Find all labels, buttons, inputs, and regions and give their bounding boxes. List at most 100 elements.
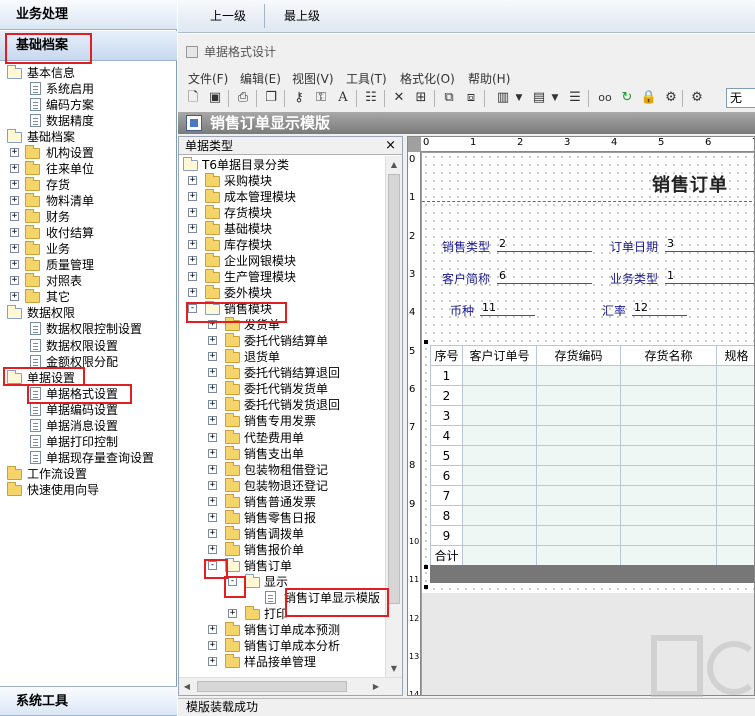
form-field-label[interactable]: 币种 [450, 302, 474, 319]
tree-item[interactable]: + 财务 [0, 209, 176, 225]
grid-column-header[interactable]: 规格 [716, 345, 754, 366]
tree-item[interactable]: + 样品接单管理 [179, 653, 385, 670]
key-multi-icon[interactable]: ⚿ [312, 89, 330, 107]
grid-cell[interactable] [462, 525, 537, 546]
expand-icon[interactable]: + [10, 244, 19, 254]
tree-item[interactable]: + 包装物租借登记 [179, 461, 385, 478]
design-canvas[interactable]: 01234567 01234567891011121314 销售订单 销售类型2… [407, 136, 755, 696]
tree-item[interactable]: + 委托代销结算单 [179, 333, 385, 349]
tree-item[interactable]: 金额权限分配 [0, 354, 176, 370]
tree-item[interactable]: + 发货单 [179, 317, 385, 333]
grid-column-header[interactable]: 存货名称 [620, 345, 717, 366]
save-icon[interactable]: ▣ [206, 89, 224, 107]
expand-icon[interactable]: + [208, 528, 217, 538]
tree-item[interactable]: + 库存模块 [179, 237, 385, 253]
tree-item[interactable]: - 销售模块 [179, 301, 385, 317]
tree-item[interactable]: + 收付结算 [0, 225, 176, 241]
tree-item[interactable]: + 物料清单 [0, 193, 176, 209]
tree-item[interactable]: + 销售订单成本分析 [179, 637, 385, 654]
grid-cell[interactable] [462, 405, 537, 426]
tree-item[interactable]: + 委托代销结算退回 [179, 365, 385, 381]
insert-icon[interactable]: ⊞ [412, 89, 430, 107]
menu-item[interactable]: 文件(F) [188, 70, 228, 87]
form-field-label[interactable]: 汇率 [602, 302, 626, 319]
scroll-right-icon[interactable]: ▶ [368, 678, 384, 695]
form-field-label[interactable]: 业务类型 [610, 270, 658, 287]
form-field-value[interactable]: 12 [632, 301, 687, 316]
tree-item[interactable]: + 生产管理模块 [179, 269, 385, 285]
tree-item[interactable]: 基本信息 [0, 65, 176, 81]
tree-item[interactable]: + 基础模块 [179, 221, 385, 237]
expand-icon[interactable]: + [188, 272, 197, 282]
expand-icon[interactable]: + [10, 164, 19, 174]
expand-icon[interactable]: + [10, 276, 19, 286]
zoom-select[interactable]: 无 [726, 88, 755, 108]
expand-icon[interactable]: + [228, 608, 237, 618]
tree-item[interactable]: + 业务 [0, 241, 176, 257]
horizontal-scroll-thumb[interactable] [197, 681, 347, 692]
grid-cell[interactable] [620, 505, 717, 526]
menu-item[interactable]: 帮助(H) [468, 70, 510, 87]
menu-item[interactable]: 视图(V) [292, 70, 334, 87]
grid-cell[interactable] [716, 405, 754, 426]
key-icon[interactable]: ⚷ [290, 89, 308, 107]
menu-item[interactable]: 格式化(O) [400, 70, 455, 87]
expand-icon[interactable]: + [188, 208, 197, 218]
expand-icon[interactable]: + [208, 432, 217, 442]
grid-cell[interactable] [620, 445, 717, 466]
grid-cell[interactable] [716, 385, 754, 406]
expand-icon[interactable]: + [188, 176, 197, 186]
tree-item[interactable]: 数据权限设置 [0, 338, 176, 354]
form-field-label[interactable]: 订单日期 [610, 238, 658, 255]
tree-item[interactable]: 单据现存量查询设置 [0, 450, 176, 466]
send-back-icon[interactable]: ⧈ [462, 89, 480, 107]
grid-column-header[interactable]: 序号 [430, 345, 463, 366]
bring-front-icon[interactable]: ⧉ [440, 89, 458, 107]
tree-item[interactable]: + 销售零售日报 [179, 509, 385, 526]
grid-cell[interactable] [462, 545, 537, 566]
expand-icon[interactable]: + [208, 480, 217, 490]
horizontal-scrollbar[interactable]: ◀ ▶ [179, 677, 402, 695]
tree-item[interactable]: 销售订单显示模版 [179, 590, 385, 606]
form-field-value[interactable]: 2 [497, 237, 592, 252]
collapse-icon[interactable]: - [208, 560, 217, 570]
grid-cell[interactable] [620, 385, 717, 406]
grid-cell[interactable] [462, 445, 537, 466]
tree-item[interactable]: 单据打印控制 [0, 434, 176, 450]
grid-cell[interactable] [536, 545, 621, 566]
grid-cell[interactable] [536, 465, 621, 486]
tree-item[interactable]: + 包装物退还登记 [179, 477, 385, 494]
tree-item[interactable]: 单据格式设置 [0, 386, 176, 402]
form-field-label[interactable]: 销售类型 [442, 238, 490, 255]
collapse-icon[interactable]: - [188, 304, 197, 314]
view-icon[interactable]: oo [596, 89, 614, 107]
tree-item[interactable]: + 采购模块 [179, 173, 385, 189]
form-field-value[interactable]: 1 [665, 269, 754, 284]
expand-icon[interactable]: + [208, 544, 217, 554]
tree-item[interactable]: + 对照表 [0, 273, 176, 289]
grid-cell[interactable] [462, 425, 537, 446]
expand-icon[interactable]: + [10, 292, 19, 302]
expand-icon[interactable]: + [208, 448, 217, 458]
scroll-up-icon[interactable]: ▲ [386, 156, 402, 173]
grid-cell[interactable] [536, 365, 621, 386]
expand-icon[interactable]: + [10, 228, 19, 238]
tree-item[interactable]: + 委外模块 [179, 285, 385, 301]
grid-cell[interactable] [536, 485, 621, 506]
grid-cell[interactable] [620, 485, 717, 506]
grid-cell[interactable] [620, 405, 717, 426]
grid-cell[interactable] [716, 525, 754, 546]
top-level-button[interactable]: 最上级 [274, 5, 330, 27]
expand-icon[interactable]: + [188, 256, 197, 266]
justify-icon[interactable]: ☰ [566, 89, 584, 107]
tree-item[interactable]: 单据消息设置 [0, 418, 176, 434]
expand-icon[interactable]: + [208, 400, 217, 410]
expand-icon[interactable]: + [188, 224, 197, 234]
collapse-icon[interactable]: - [228, 576, 237, 586]
align-dropdown-icon[interactable]: ▼ [510, 89, 528, 107]
expand-icon[interactable]: + [208, 512, 217, 522]
close-icon[interactable]: × [385, 137, 396, 155]
tree-item[interactable]: + 质量管理 [0, 257, 176, 273]
grid-cell[interactable] [620, 545, 717, 566]
selection-handle[interactable] [424, 565, 428, 569]
